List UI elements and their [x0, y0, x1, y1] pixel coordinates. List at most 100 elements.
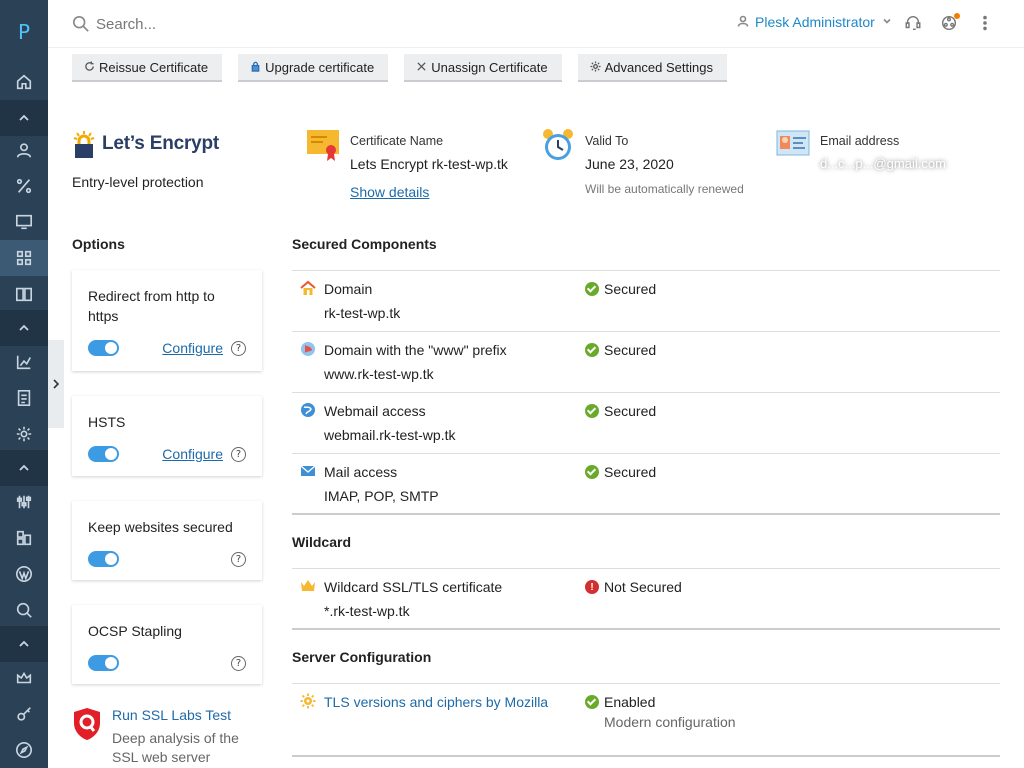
status-badge: Enabled [585, 694, 655, 710]
check-circle-icon [585, 282, 599, 296]
reissue-certificate-button[interactable]: Reissue Certificate [72, 54, 223, 82]
error-circle-icon: ! [585, 580, 599, 594]
book-icon[interactable] [0, 276, 48, 312]
row-name: Wildcard SSL/TLS certificate [324, 579, 503, 595]
compass-icon[interactable] [0, 732, 48, 768]
refresh-icon [84, 60, 95, 75]
more-vertical-icon[interactable] [976, 14, 996, 34]
keep-secured-toggle[interactable] [88, 551, 119, 567]
option-redirect-https: Redirect from http to https Configure ? [72, 270, 262, 371]
valid-to-label: Valid To [585, 134, 629, 148]
show-details-link[interactable]: Show details [350, 184, 429, 200]
table-row: Webmail access webmail.rk-test-wp.tk Sec… [292, 393, 1000, 454]
row-sub: IMAP, POP, SMTP [324, 488, 439, 504]
users-icon[interactable] [0, 132, 48, 168]
expand-panel-handle[interactable] [48, 340, 64, 428]
apps-grid-icon[interactable] [0, 240, 48, 276]
ssl-labs-description: Deep analysis of the SSL web server [112, 730, 239, 765]
webmail-globe-icon [300, 402, 316, 418]
search-input[interactable] [96, 12, 396, 36]
upgrade-certificate-button[interactable]: Upgrade certificate [238, 54, 389, 82]
table-row: Domain rk-test-wp.tk Secured [292, 271, 1000, 332]
certificate-name-label: Certificate Name [350, 134, 444, 148]
status-badge: Secured [585, 281, 656, 297]
statistics-icon[interactable] [0, 344, 48, 380]
home-icon[interactable] [0, 64, 48, 100]
option-keep-secured: Keep websites secured ? [72, 501, 262, 580]
ssl-labs-test: Run SSL Labs Test Deep analysis of the S… [72, 707, 262, 767]
support-headset-icon[interactable] [904, 14, 924, 34]
row-name: Mail access [324, 464, 398, 480]
help-icon[interactable]: ? [231, 655, 246, 671]
hsts-toggle[interactable] [88, 446, 119, 462]
user-icon [737, 14, 749, 30]
certificate-toolbar: Reissue Certificate Upgrade certificate … [72, 54, 727, 82]
unassign-certificate-button[interactable]: Unassign Certificate [404, 54, 562, 82]
help-icon[interactable]: ? [231, 340, 246, 356]
key-icon[interactable] [0, 696, 48, 732]
table-row: TLS versions and ciphers by Mozilla Enab… [292, 684, 1000, 757]
advanced-settings-button[interactable]: Advanced Settings [577, 54, 727, 82]
report-icon[interactable] [0, 380, 48, 416]
extensions-icon[interactable] [0, 520, 48, 556]
status-badge: Secured [585, 403, 656, 419]
wordpress-icon[interactable] [0, 556, 48, 592]
options-title: Options [72, 236, 125, 252]
check-circle-icon [585, 404, 599, 418]
email-block: Email address d...c...p...@gmail.com [776, 128, 946, 171]
status-label: Enabled [604, 694, 656, 710]
help-icon[interactable]: ? [231, 551, 246, 567]
row-name: Webmail access [324, 403, 426, 419]
certificate-name-block: Certificate Name Lets Encrypt rk-test-wp… [306, 128, 508, 202]
user-menu[interactable]: Plesk Administrator [737, 14, 893, 30]
secured-components-title: Secured Components [292, 236, 437, 252]
id-card-icon [776, 128, 810, 162]
help-icon[interactable]: ? [231, 446, 246, 462]
search-icon [72, 15, 90, 33]
server-configuration-title: Server Configuration [292, 649, 432, 665]
table-row: Wildcard SSL/TLS certificate *.rk-test-w… [292, 569, 1000, 630]
upgrade-label: Upgrade certificate [265, 59, 375, 75]
gear-sun-icon [300, 693, 316, 709]
table-row: Mail access IMAP, POP, SMTP Secured [292, 454, 1000, 515]
plesk-logo[interactable]: P [0, 0, 48, 64]
row-sub: *.rk-test-wp.tk [324, 603, 410, 619]
certificate-name-value: Lets Encrypt rk-test-wp.tk [350, 156, 508, 172]
row-sub: www.rk-test-wp.tk [324, 366, 434, 382]
house-icon [300, 280, 316, 296]
sliders-icon[interactable] [0, 484, 48, 520]
www-globe-icon [300, 341, 316, 357]
email-label: Email address [820, 134, 900, 148]
percent-icon[interactable] [0, 168, 48, 204]
search-scan-icon[interactable] [0, 592, 48, 628]
collapse-group-icon[interactable] [0, 450, 48, 486]
collapse-group-icon[interactable] [0, 626, 48, 662]
status-badge: ! Not Secured [585, 579, 682, 595]
ocsp-stapling-toggle[interactable] [88, 655, 119, 671]
option-hsts: HSTS Configure ? [72, 396, 262, 476]
monitor-icon[interactable] [0, 204, 48, 240]
settings-gear-icon[interactable] [0, 416, 48, 452]
valid-to-block: Valid To June 23, 2020 Will be automatic… [541, 128, 744, 196]
run-ssl-labs-link[interactable]: Run SSL Labs Test [112, 707, 262, 723]
collapse-group-icon[interactable] [0, 310, 48, 346]
advanced-label: Advanced Settings [604, 59, 713, 75]
notification-badge [954, 13, 960, 19]
alarm-clock-icon [541, 128, 575, 162]
tls-ciphers-link[interactable]: TLS versions and ciphers by Mozilla [324, 694, 548, 710]
valid-to-value: June 23, 2020 [585, 156, 674, 172]
redirect-https-toggle[interactable] [88, 340, 119, 356]
check-circle-icon [585, 695, 599, 709]
sidebar: P [0, 0, 48, 768]
network-notifications-icon[interactable] [940, 13, 960, 34]
crown-icon[interactable] [0, 660, 48, 696]
check-circle-icon [585, 465, 599, 479]
configure-hsts-link[interactable]: Configure [162, 446, 223, 462]
secured-components-table: Domain rk-test-wp.tk Secured Domain with… [292, 270, 1000, 515]
configure-redirect-link[interactable]: Configure [162, 340, 223, 356]
collapse-group-icon[interactable] [0, 100, 48, 136]
status-sub-label: Modern configuration [604, 714, 736, 730]
close-icon [416, 60, 427, 75]
qualys-shield-icon [72, 707, 102, 767]
row-sub: webmail.rk-test-wp.tk [324, 427, 456, 443]
